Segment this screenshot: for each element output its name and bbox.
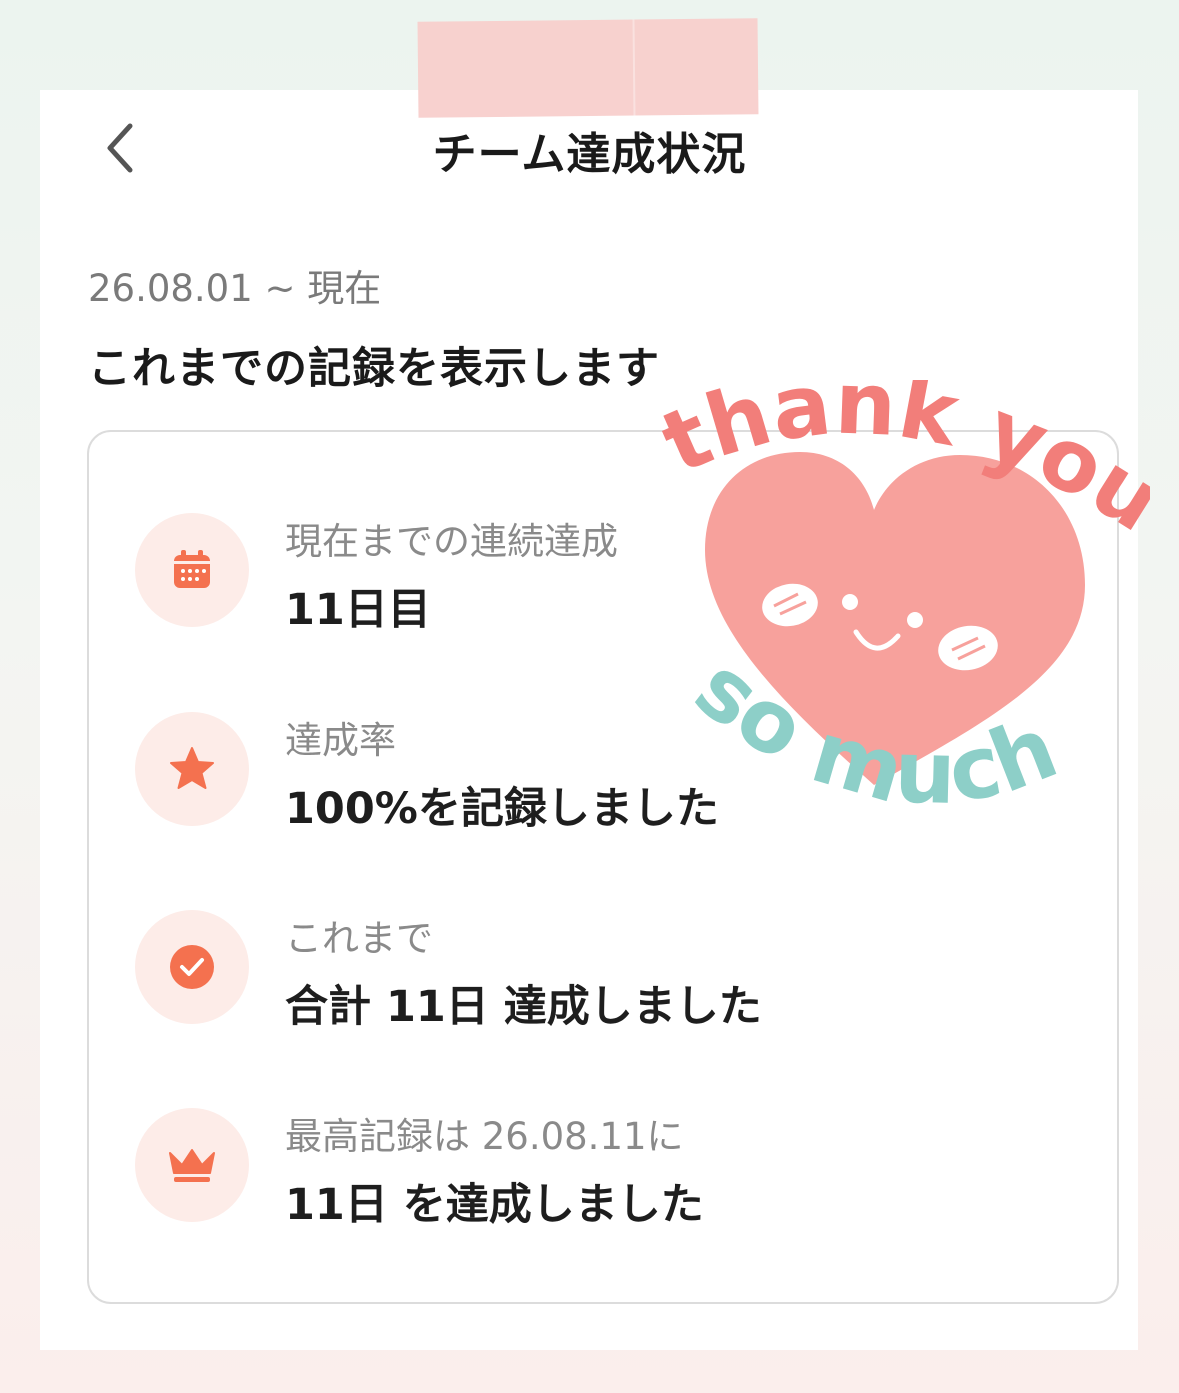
page-title: チーム達成状況: [432, 129, 747, 180]
stat-value: 11日目: [285, 585, 431, 635]
stat-row-total: これまで 合計 11日 達成しました: [135, 910, 895, 1032]
stat-value: 11日 を達成しました: [285, 1180, 704, 1230]
check-circle-icon: [135, 910, 249, 1024]
stat-label: 最高記録は 26.08.11に: [285, 1115, 684, 1158]
stat-value: 100%を記録しました: [285, 784, 719, 834]
stat-label: 現在までの連続達成: [285, 520, 618, 563]
stat-row-best: 最高記録は 26.08.11に 11日 を達成しました: [135, 1108, 895, 1230]
date-range: 26.08.01 ~ 現在: [88, 267, 382, 310]
records-description: これまでの記録を表示します: [88, 344, 660, 394]
crown-icon: [135, 1108, 249, 1222]
stat-label: 達成率: [285, 719, 396, 762]
decorative-tape: [417, 18, 759, 118]
stat-value: 合計 11日 達成しました: [285, 982, 762, 1032]
star-icon: [135, 712, 249, 826]
thank-you-sticker: thank you so much: [648, 354, 1179, 880]
calendar-icon: [135, 513, 249, 627]
stat-label: これまで: [285, 917, 433, 960]
